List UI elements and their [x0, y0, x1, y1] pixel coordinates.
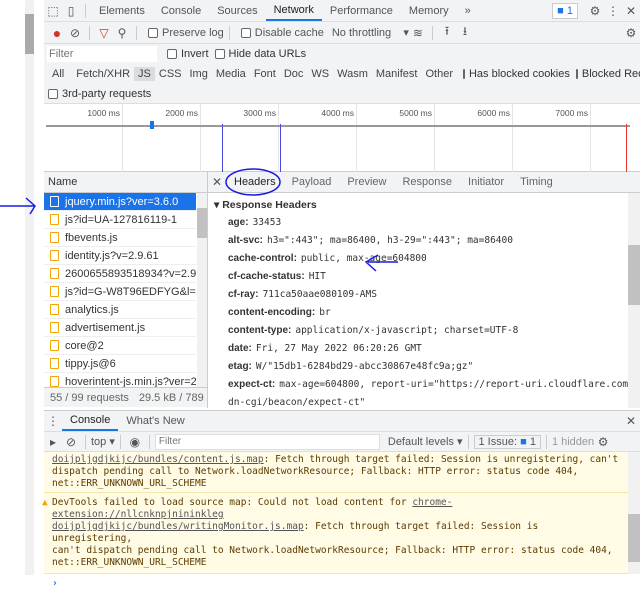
annotations	[0, 168, 398, 272]
header-arrow-annotation	[364, 254, 398, 272]
console-prompt[interactable]: ›	[44, 574, 628, 593]
row-arrow-annotation	[0, 197, 36, 215]
headers-circle-annotation	[225, 168, 281, 196]
